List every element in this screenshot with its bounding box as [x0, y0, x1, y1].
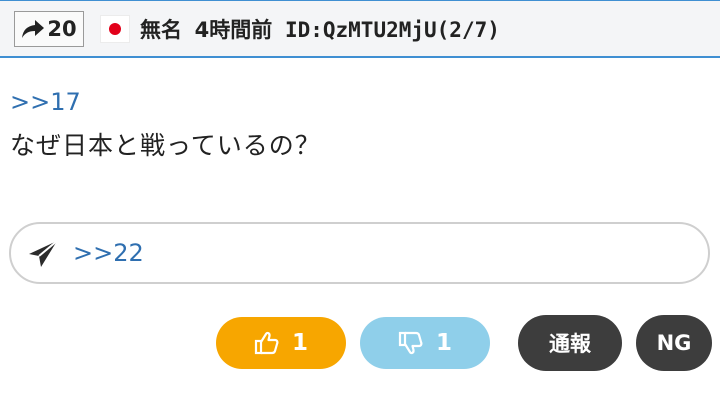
- good-count: 1: [291, 330, 308, 356]
- send-icon[interactable]: [27, 238, 59, 270]
- post-meta: 無名 4時間前 ID:QzMTU2MjU(2/7): [140, 15, 500, 45]
- ng-button[interactable]: NG: [636, 315, 712, 371]
- post-body: なぜ日本と戦っているの？: [10, 131, 321, 160]
- poster-id[interactable]: ID:QzMTU2MjU(2/7): [285, 18, 500, 42]
- good-vote-button[interactable]: 1: [216, 317, 346, 369]
- post-header: 20 無名 4時間前 ID:QzMTU2MjU(2/7): [0, 0, 720, 58]
- report-button[interactable]: 通報: [518, 315, 622, 371]
- share-arrow-icon: [21, 19, 45, 39]
- reply-count-button[interactable]: 20: [14, 11, 84, 47]
- reply-count-value: 20: [47, 17, 77, 41]
- bad-count: 1: [435, 330, 452, 356]
- reply-bar[interactable]: >>22: [9, 222, 710, 284]
- post-time: 4時間前: [194, 18, 273, 42]
- thumbs-up-icon: [254, 330, 280, 356]
- bad-vote-button[interactable]: 1: [360, 317, 490, 369]
- quoted-post-link[interactable]: >>17: [10, 88, 81, 116]
- poster-name: 無名: [140, 18, 182, 42]
- reply-anchor-text[interactable]: >>22: [73, 238, 144, 268]
- thumbs-down-icon: [398, 330, 424, 356]
- japan-flag-icon: [100, 15, 130, 43]
